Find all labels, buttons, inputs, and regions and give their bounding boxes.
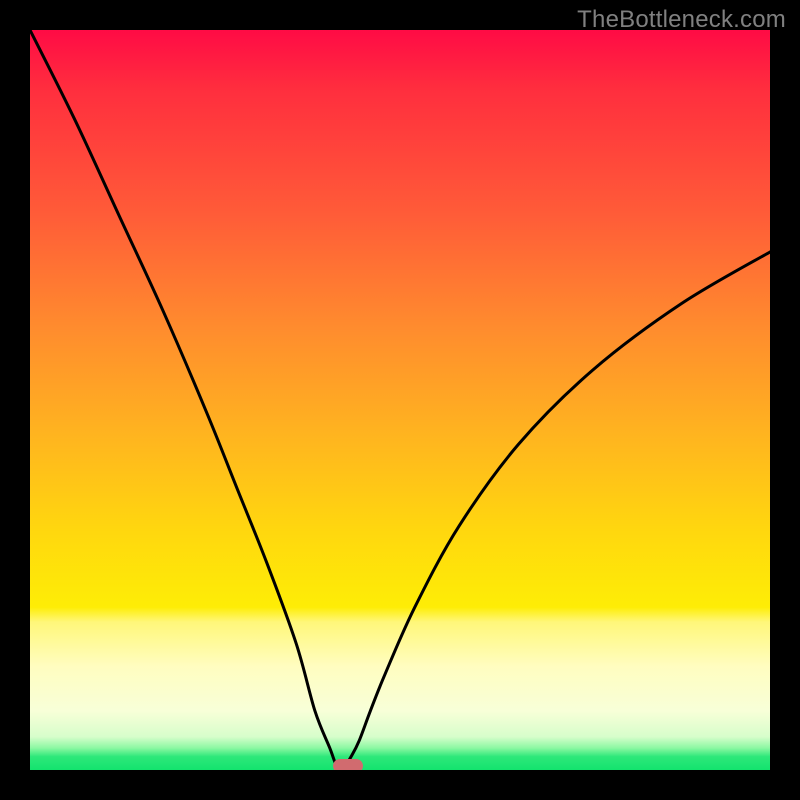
optimum-marker	[333, 759, 363, 770]
watermark-text: TheBottleneck.com	[577, 6, 786, 34]
curve-svg	[30, 30, 770, 770]
chart-frame: TheBottleneck.com	[0, 0, 800, 800]
bottleneck-curve-path	[30, 30, 770, 768]
plot-area	[30, 30, 770, 770]
